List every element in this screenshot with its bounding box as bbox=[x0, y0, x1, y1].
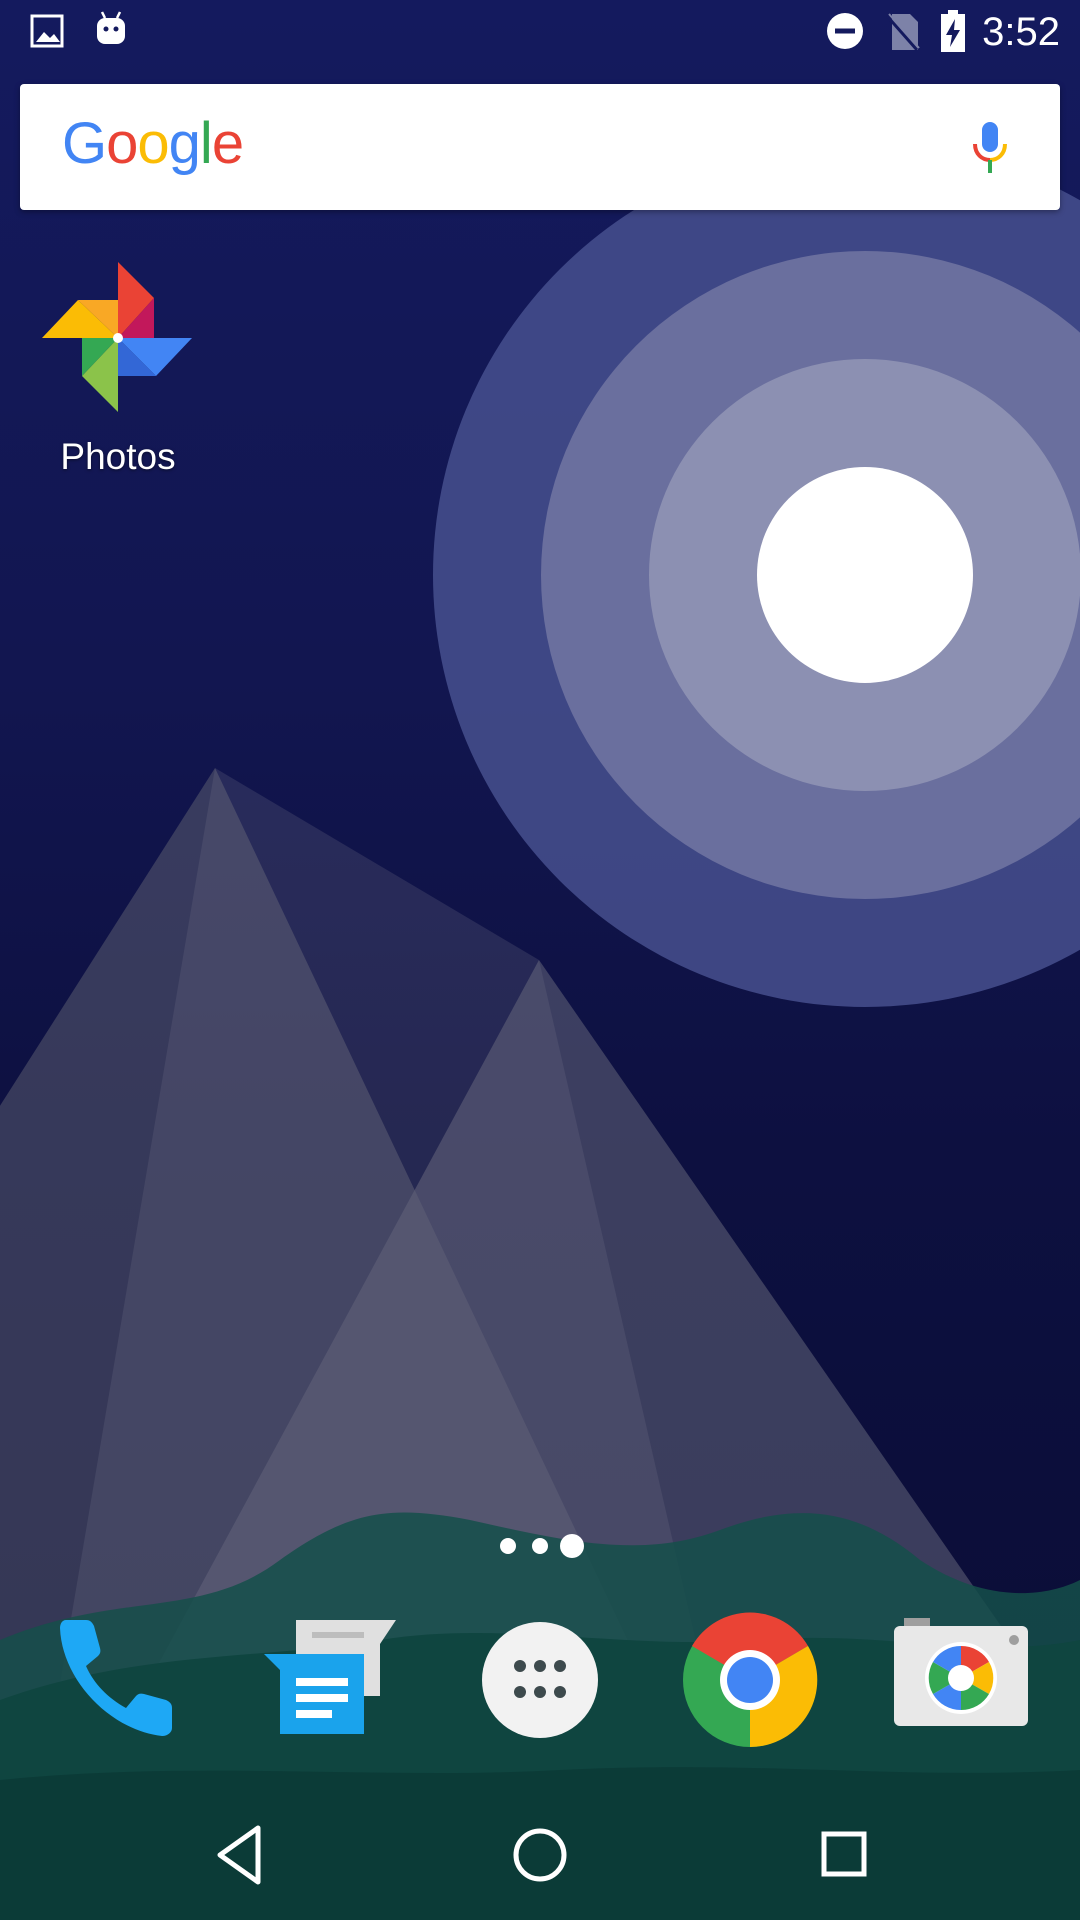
google-logo: Google bbox=[62, 108, 244, 180]
android-notification-icon bbox=[97, 11, 125, 44]
page-dot[interactable] bbox=[500, 1538, 516, 1554]
mic-icon[interactable] bbox=[970, 120, 1010, 176]
photos-pinwheel-icon[interactable] bbox=[42, 262, 194, 412]
status-bar: 3:52 bbox=[0, 0, 1080, 64]
app-drawer-icon[interactable] bbox=[465, 1600, 615, 1760]
google-logo-letter: o bbox=[137, 111, 169, 176]
page-indicator bbox=[500, 1534, 584, 1558]
no-sim-icon bbox=[885, 13, 920, 51]
google-logo-letter: g bbox=[168, 111, 201, 176]
google-search-bar[interactable]: Google bbox=[20, 84, 1060, 210]
google-logo-letter: l bbox=[199, 111, 213, 176]
google-logo-letter: G bbox=[62, 111, 107, 176]
google-logo-letter: e bbox=[211, 111, 244, 176]
status-time: 3:52 bbox=[982, 10, 1060, 54]
battery-charging-icon bbox=[941, 10, 965, 52]
chrome-icon[interactable] bbox=[675, 1600, 825, 1760]
back-triangle-icon[interactable] bbox=[210, 1820, 270, 1890]
home-screen: 3:52 Google Photos bbox=[0, 0, 1080, 1920]
gallery-notification-icon bbox=[30, 14, 64, 48]
page-dot[interactable] bbox=[532, 1538, 548, 1554]
camera-icon[interactable] bbox=[886, 1600, 1036, 1760]
navigation-bar bbox=[0, 1790, 1080, 1920]
home-circle-icon[interactable] bbox=[508, 1820, 572, 1890]
page-dot-current[interactable] bbox=[560, 1534, 584, 1558]
do-not-disturb-icon bbox=[827, 13, 863, 49]
messages-icon[interactable] bbox=[256, 1600, 406, 1760]
google-logo-letter: o bbox=[106, 111, 138, 176]
app-label-photos[interactable]: Photos bbox=[30, 436, 206, 478]
recents-square-icon[interactable] bbox=[814, 1820, 874, 1890]
phone-icon[interactable] bbox=[50, 1600, 200, 1760]
